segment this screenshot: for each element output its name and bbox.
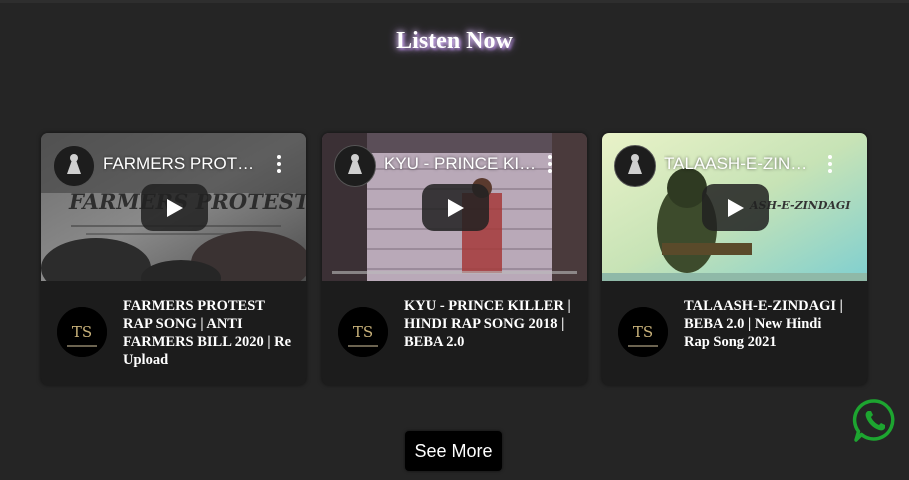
channel-avatar[interactable] <box>334 145 376 187</box>
video-title[interactable]: KYU - PRINCE KILLER | HINDI RAP SONG 201… <box>404 297 576 351</box>
embed-video-title[interactable]: TALAASH-E-ZINDAGI | BEBA 2.0 | New Hindi… <box>664 154 814 174</box>
card-body: TS KYU - PRINCE KILLER | HINDI RAP SONG … <box>322 281 587 385</box>
embed-video-title[interactable]: KYU - PRINCE KILLER | HINDI RAP SONG 201… <box>384 154 544 174</box>
svg-text:TS: TS <box>353 323 373 341</box>
card-body: TS TALAASH-E-ZINDAGI | BEBA 2.0 | New Hi… <box>602 281 867 385</box>
video-card: FARMERS PROTEST RAP FARMERS PROTEST RAP … <box>41 133 306 385</box>
card-body: TS FARMERS PROTEST RAP SONG | ANTI FARME… <box>41 281 306 385</box>
video-title[interactable]: TALAASH-E-ZINDAGI | BEBA 2.0 | New Hindi… <box>684 297 844 351</box>
kebab-menu-icon[interactable] <box>271 154 287 176</box>
play-icon <box>167 199 183 217</box>
video-card: ASH-E-ZINDAGI TALAASH-E-ZINDAGI | BEBA 2… <box>602 133 867 385</box>
channel-avatar[interactable] <box>53 145 95 187</box>
video-card: KYU - PRINCE KILLER | HINDI RAP SONG 201… <box>322 133 587 385</box>
section-heading: Listen Now <box>396 28 513 54</box>
channel-logo: TS <box>57 307 107 357</box>
see-more-button[interactable]: See More <box>405 431 502 471</box>
play-icon <box>448 199 464 217</box>
channel-logo: TS <box>618 307 668 357</box>
play-button[interactable] <box>702 184 769 231</box>
kebab-menu-icon[interactable] <box>542 154 558 176</box>
play-button[interactable] <box>141 184 208 231</box>
video-title[interactable]: FARMERS PROTEST RAP SONG | ANTI FARMERS … <box>123 297 295 369</box>
top-border <box>0 0 909 3</box>
svg-text:TS: TS <box>633 323 653 341</box>
channel-avatar[interactable] <box>614 145 656 187</box>
channel-logo: TS <box>338 307 388 357</box>
play-icon <box>728 199 744 217</box>
video-embed[interactable]: KYU - PRINCE KILLER | HINDI RAP SONG 201… <box>322 133 587 281</box>
svg-text:TS: TS <box>72 323 92 341</box>
whatsapp-icon[interactable] <box>852 398 898 444</box>
kebab-menu-icon[interactable] <box>822 154 838 176</box>
video-list: FARMERS PROTEST RAP FARMERS PROTEST RAP … <box>0 133 909 387</box>
video-embed[interactable]: FARMERS PROTEST RAP FARMERS PROTEST RAP … <box>41 133 306 281</box>
play-button[interactable] <box>422 184 489 231</box>
embed-video-title[interactable]: FARMERS PROTEST RAP SONG | ANTI FARMERS … <box>103 154 263 174</box>
video-embed[interactable]: ASH-E-ZINDAGI TALAASH-E-ZINDAGI | BEBA 2… <box>602 133 867 281</box>
